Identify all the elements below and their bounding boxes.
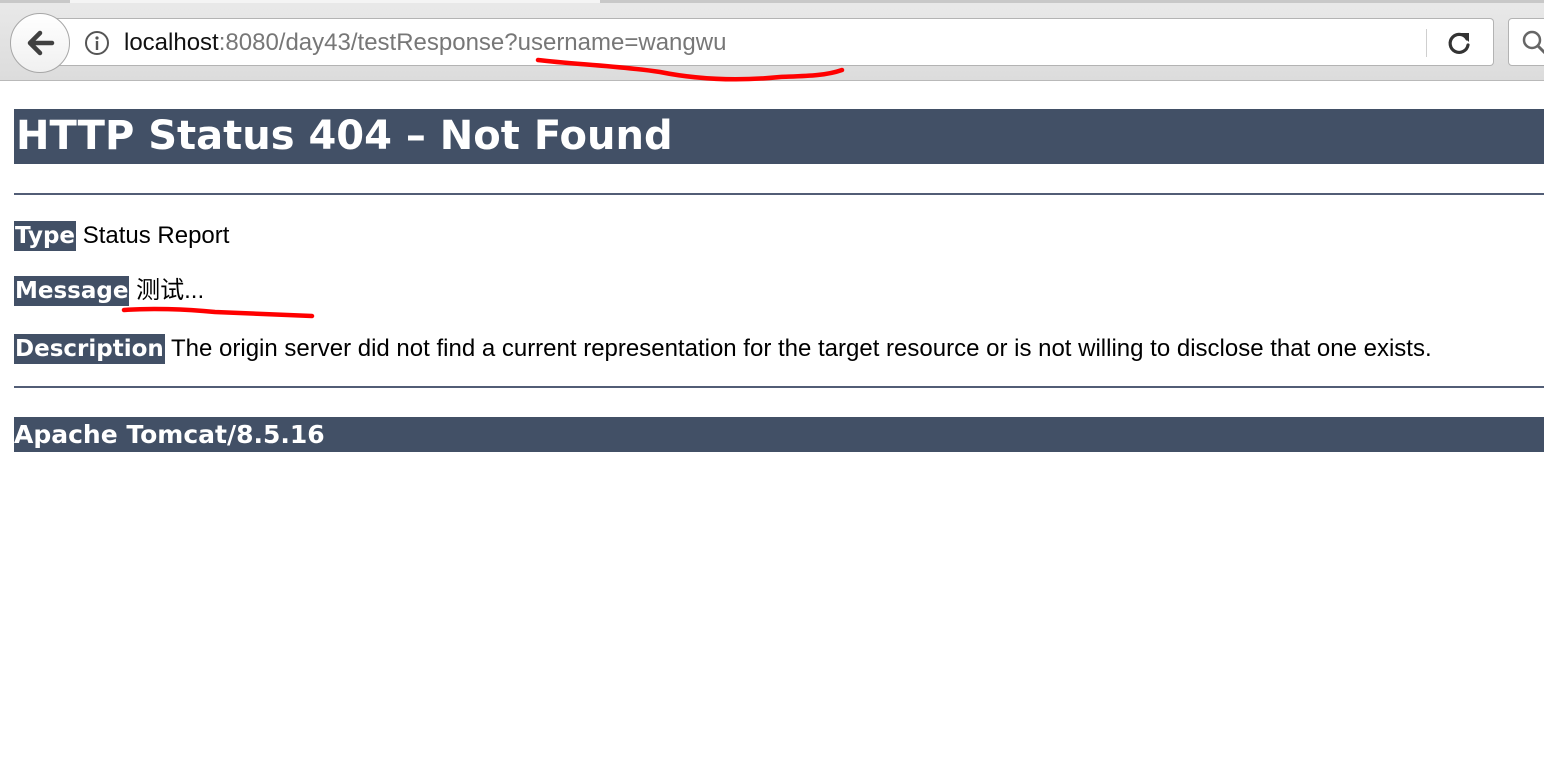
server-footer: Apache Tomcat/8.5.16 [14, 417, 1544, 452]
reload-icon [1448, 32, 1470, 54]
search-bar[interactable] [1508, 18, 1544, 66]
divider-bottom [14, 386, 1544, 388]
browser-toolbar: localhost:8080/day43/testResponse?userna… [0, 0, 1544, 81]
message-row: Message 测试... [14, 276, 204, 306]
message-label: Message [14, 276, 130, 306]
address-bar-divider [1426, 29, 1427, 57]
type-value: Status Report [82, 222, 230, 249]
url-host: localhost [124, 29, 219, 56]
message-underline-annotation [121, 306, 315, 319]
url-text[interactable]: localhost:8080/day43/testResponse?userna… [124, 28, 726, 58]
active-tab-edge[interactable] [70, 0, 600, 3]
url-path: :8080/day43/testResponse?username=wangwu [218, 29, 727, 56]
message-value: 测试... [136, 277, 205, 304]
description-value: The origin server did not find a current… [171, 335, 1432, 362]
description-row: Description The origin server did not fi… [14, 334, 1432, 364]
page-title: HTTP Status 404 – Not Found [14, 109, 1544, 164]
divider-top [14, 193, 1544, 195]
type-label: Type [14, 221, 77, 251]
type-row: Type Status Report [14, 221, 229, 251]
info-icon[interactable] [84, 30, 110, 56]
address-bar[interactable]: localhost:8080/day43/testResponse?userna… [54, 18, 1494, 66]
back-button[interactable] [10, 13, 70, 73]
description-label: Description [14, 334, 165, 364]
back-arrow-icon [27, 30, 55, 56]
search-icon [1522, 30, 1544, 55]
reload-button[interactable] [1442, 27, 1476, 59]
